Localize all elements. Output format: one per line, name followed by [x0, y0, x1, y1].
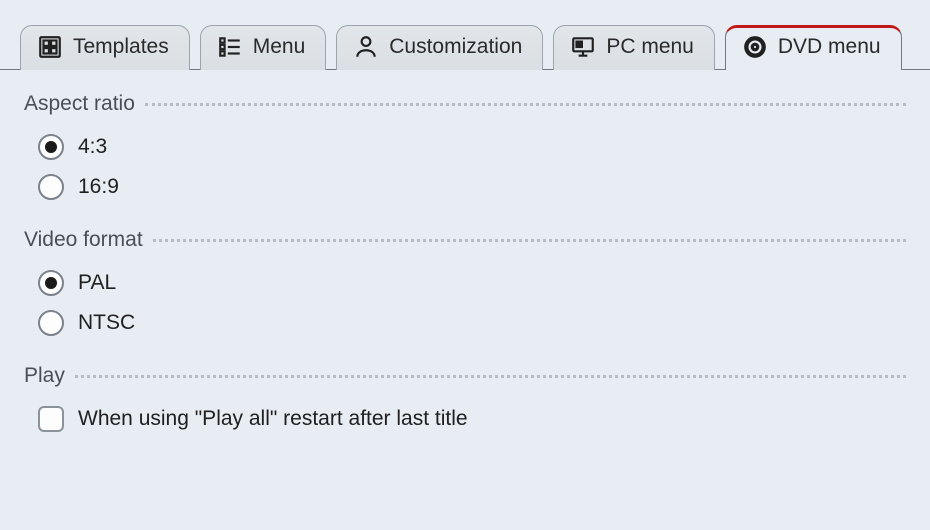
radio-label: 16:9: [78, 175, 119, 199]
radio-label: NTSC: [78, 311, 135, 335]
tab-pc-menu[interactable]: PC menu: [553, 25, 715, 70]
tab-menu[interactable]: Menu: [200, 25, 327, 70]
divider: [145, 103, 906, 106]
radio-label: PAL: [78, 271, 116, 295]
radio-indicator: [38, 270, 64, 296]
radio-aspect-4-3[interactable]: 4:3: [38, 134, 906, 160]
customization-icon: [353, 34, 379, 60]
group-video-format: Video format PAL NTSC: [24, 228, 906, 336]
radio-indicator: [38, 174, 64, 200]
tab-templates[interactable]: Templates: [20, 25, 190, 70]
radio-label: 4:3: [78, 135, 107, 159]
templates-icon: [37, 34, 63, 60]
divider: [75, 375, 906, 378]
radio-video-pal[interactable]: PAL: [38, 270, 906, 296]
radio-indicator: [38, 310, 64, 336]
group-aspect-ratio: Aspect ratio 4:3 16:9: [24, 92, 906, 200]
group-play: Play When using "Play all" restart after…: [24, 364, 906, 432]
tab-bar: Templates Menu Customization: [0, 0, 930, 70]
tab-label: Templates: [73, 35, 169, 59]
group-title: Video format: [24, 228, 143, 252]
tab-label: PC menu: [606, 35, 694, 59]
tab-label: Customization: [389, 35, 522, 59]
tab-label: DVD menu: [778, 35, 881, 59]
checkbox-play-restart-after-last[interactable]: When using "Play all" restart after last…: [38, 406, 906, 432]
group-title: Play: [24, 364, 65, 388]
dvd-menu-icon: [742, 34, 768, 60]
group-title: Aspect ratio: [24, 92, 135, 116]
tab-label: Menu: [253, 35, 306, 59]
divider: [153, 239, 906, 242]
tab-content-dvd-menu: Aspect ratio 4:3 16:9 Video format PAL: [0, 70, 930, 432]
tab-customization[interactable]: Customization: [336, 25, 543, 70]
pc-menu-icon: [570, 34, 596, 60]
radio-indicator: [38, 134, 64, 160]
checkbox-indicator: [38, 406, 64, 432]
radio-video-ntsc[interactable]: NTSC: [38, 310, 906, 336]
checkbox-label: When using "Play all" restart after last…: [78, 407, 468, 431]
tab-dvd-menu[interactable]: DVD menu: [725, 25, 902, 70]
radio-aspect-16-9[interactable]: 16:9: [38, 174, 906, 200]
menu-icon: [217, 34, 243, 60]
